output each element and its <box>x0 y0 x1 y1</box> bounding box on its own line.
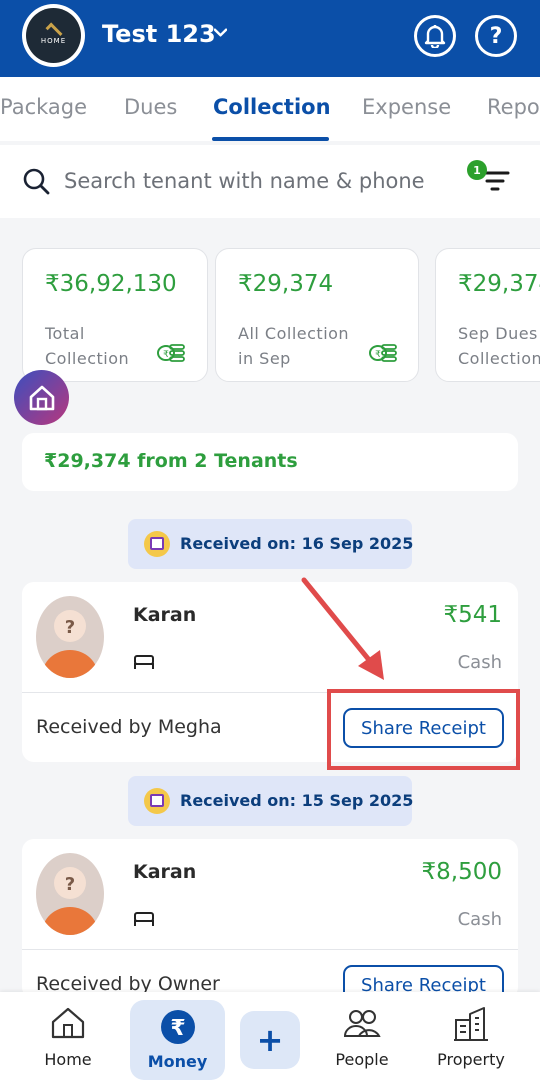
coins-icon: ₹ <box>369 344 397 362</box>
property-logo[interactable]: HOME <box>22 4 85 67</box>
date-label: Received on: 15 Sep 2025 <box>180 791 414 810</box>
svg-text:₹: ₹ <box>163 350 169 360</box>
avatar: ? <box>36 596 104 678</box>
tab-bar: Package Dues Collection Expense Repo <box>0 77 540 141</box>
search-bar: 1 <box>0 145 540 218</box>
filter-count-badge: 1 <box>467 160 487 180</box>
tab-expense[interactable]: Expense <box>362 95 451 119</box>
bed-icon <box>134 655 154 669</box>
received-by: Received by Megha <box>36 716 222 738</box>
plus-icon: + <box>256 1021 284 1059</box>
nav-property[interactable]: Property <box>421 992 521 1084</box>
divider <box>22 949 518 950</box>
home-icon <box>29 385 54 410</box>
annotation-arrow <box>301 577 384 680</box>
bed-icon <box>134 912 154 926</box>
svg-text:₹: ₹ <box>375 350 381 360</box>
date-header: Received on: 15 Sep 2025 <box>128 776 414 826</box>
notification-button[interactable] <box>414 15 456 57</box>
help-button[interactable]: ? <box>475 15 517 57</box>
add-button[interactable]: + <box>240 1011 300 1069</box>
svg-text:?: ? <box>65 617 75 638</box>
svg-text:?: ? <box>65 874 75 895</box>
nav-home[interactable]: Home <box>18 992 118 1084</box>
bell-icon <box>424 25 446 48</box>
payment-mode: Cash <box>457 909 502 930</box>
stat-card-total[interactable]: ₹36,92,130 Total Collection ₹ <box>22 248 208 382</box>
annotation-highlight-box <box>327 689 520 770</box>
tab-collection[interactable]: Collection <box>213 95 331 119</box>
nav-label: People <box>335 1050 389 1069</box>
nav-money[interactable]: ₹ Money <box>130 1000 225 1080</box>
payment-mode: Cash <box>457 652 502 673</box>
stat-label: Total Collection <box>45 324 130 368</box>
calendar-icon <box>144 531 170 557</box>
stat-card-month[interactable]: ₹29,374 All Collection in Sep ₹ <box>215 248 419 382</box>
property-name[interactable]: Test 123 <box>102 20 216 48</box>
active-tab-indicator <box>212 137 329 141</box>
nav-label: Money <box>147 1052 208 1071</box>
collection-summary: ₹29,374 from 2 Tenants <box>22 433 518 491</box>
collection-card[interactable]: ? Karan ₹8,500 Cash Received by Owner Sh… <box>22 839 518 999</box>
question-icon: ? <box>489 23 503 49</box>
logo-text: HOME <box>40 36 67 45</box>
tenant-name: Karan <box>133 861 197 883</box>
people-icon <box>343 1010 381 1037</box>
amount: ₹541 <box>443 602 502 628</box>
stat-amount: ₹29,374 <box>238 271 334 297</box>
amount: ₹8,500 <box>421 859 502 885</box>
search-input[interactable] <box>64 161 464 201</box>
stat-amount: ₹36,92,130 <box>45 271 177 297</box>
tab-dues[interactable]: Dues <box>124 95 177 119</box>
app-header: HOME Test 123 ? <box>0 0 540 77</box>
stat-label: Sep Dues Collection <box>458 324 540 368</box>
stat-card-dues[interactable]: ₹29,374 Sep Dues Collection <box>435 248 540 382</box>
svg-text:₹: ₹ <box>170 1016 185 1041</box>
home-shortcut-button[interactable] <box>14 370 69 425</box>
stat-amount: ₹29,374 <box>458 271 540 297</box>
tenant-name: Karan <box>133 604 197 626</box>
stat-label: All Collection in Sep <box>238 324 350 368</box>
tab-reports[interactable]: Repo <box>487 95 540 119</box>
calendar-icon <box>144 788 170 814</box>
avatar: ? <box>36 853 104 935</box>
date-header: Received on: 16 Sep 2025 <box>128 519 414 569</box>
date-label: Received on: 16 Sep 2025 <box>180 534 414 553</box>
home-icon <box>51 1007 85 1039</box>
search-icon <box>23 168 50 195</box>
building-icon <box>454 1007 488 1041</box>
nav-people[interactable]: People <box>312 992 412 1084</box>
summary-text: ₹29,374 from 2 Tenants <box>44 450 298 472</box>
coins-icon: ₹ <box>157 344 185 362</box>
tab-package[interactable]: Package <box>0 95 87 119</box>
chevron-down-icon[interactable] <box>214 26 227 39</box>
nav-label: Property <box>437 1050 505 1069</box>
nav-label: Home <box>44 1050 92 1069</box>
rupee-icon: ₹ <box>160 1010 195 1044</box>
